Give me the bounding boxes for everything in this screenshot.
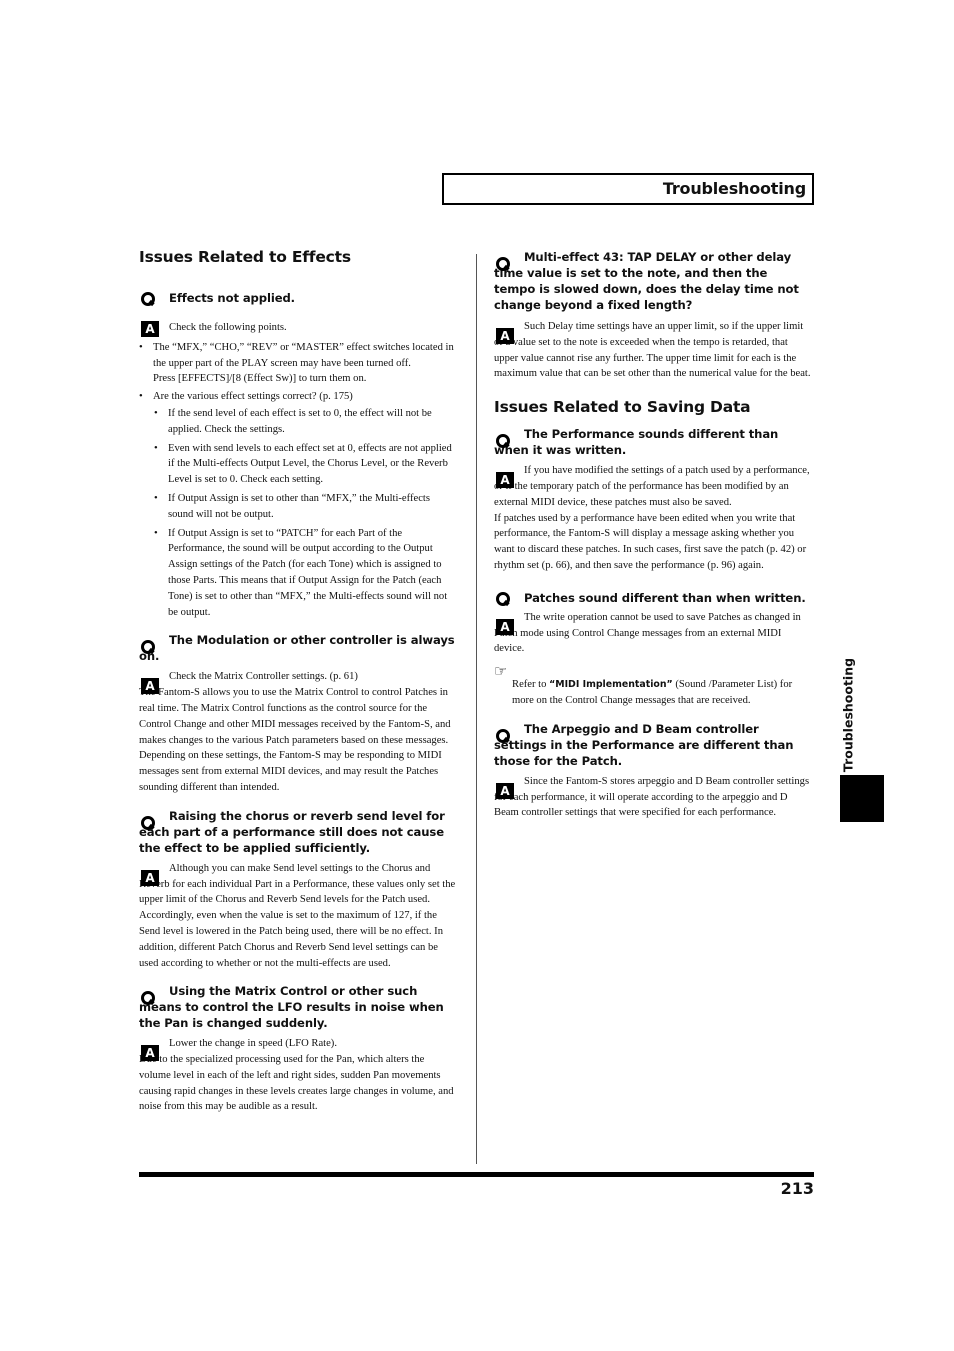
answer: A Although you can make Send level setti… [139, 862, 456, 969]
section-title-effects: Issues Related to Effects [139, 248, 351, 266]
answer-icon: A [141, 869, 159, 886]
bullet-list: The “MFX,” “CHO,” “REV” or “MASTER” effe… [139, 340, 457, 621]
reference-link[interactable]: “MIDI Implementation” [549, 679, 673, 690]
question-icon [141, 640, 155, 655]
question-icon [141, 991, 155, 1006]
question: The Arpeggio and D Beam controller setti… [494, 721, 794, 768]
list-item: If Output Assign is set to “PATCH” for e… [153, 526, 457, 621]
answer: A If you have modified the settings of a… [494, 465, 810, 508]
question-icon [141, 292, 155, 306]
right-column: Multi-effect 43: TAP DELAY or other dela… [494, 246, 812, 821]
question: The Modulation or other controller is al… [139, 633, 455, 664]
question-icon [496, 728, 510, 743]
chapter-title: Troubleshooting [662, 179, 806, 198]
side-tab-marker [840, 775, 884, 822]
pointing-hand-icon: ☞ [494, 662, 508, 681]
list-item: Even with send levels to each effect set… [153, 441, 457, 488]
answer: A Such Delay time settings have an upper… [494, 321, 811, 380]
page-number: 213 [780, 1179, 814, 1198]
answer: A Check the Matrix Controller settings. … [139, 671, 451, 746]
list-item: If the send level of each effect is set … [153, 406, 457, 438]
column-divider [476, 254, 477, 1164]
answer-icon: A [141, 1045, 159, 1062]
paragraph: Depending on these settings, the Fantom-… [139, 750, 442, 793]
answer-icon: A [496, 782, 514, 799]
answer-icon: A [496, 472, 514, 489]
answer-icon: A [141, 678, 159, 695]
question: Raising the chorus or reverb send level … [139, 808, 445, 855]
question: The Performance sounds different than wh… [494, 427, 779, 458]
answer: A Check the following points. [139, 320, 457, 337]
paragraph: If patches used by a performance have be… [494, 512, 807, 571]
question-icon [496, 591, 510, 606]
question-icon [496, 257, 510, 271]
question: Using the Matrix Control or other such m… [139, 984, 444, 1031]
footer-rule [139, 1172, 814, 1177]
answer: A Since the Fantom-S stores arpeggio and… [494, 775, 810, 819]
question-icon [496, 434, 510, 449]
reference-note: ☞ Refer to “MIDI Implementation” (Sound … [494, 662, 793, 706]
list-item: If Output Assign is set to other than “M… [153, 491, 457, 523]
side-tab-label: Troubleshooting [840, 657, 856, 773]
sub-bullet-list: If the send level of each effect is set … [153, 406, 457, 620]
question-icon [141, 815, 155, 830]
left-column: Issues Related to Effects Effects not ap… [139, 246, 457, 1115]
question: Patches sound different than when writte… [494, 590, 812, 606]
list-item: Are the various effect settings correct?… [139, 389, 457, 620]
answer-icon: A [496, 618, 514, 635]
question: Effects not applied. [139, 290, 457, 306]
answer: A The write operation cannot be used to … [494, 611, 801, 655]
answer: A Lower the change in speed (LFO Rate). … [139, 1038, 454, 1113]
chapter-header: Troubleshooting [442, 173, 814, 205]
question: Multi-effect 43: TAP DELAY or other dela… [494, 250, 799, 312]
section-title-saving: Issues Related to Saving Data [494, 398, 751, 417]
list-item: The “MFX,” “CHO,” “REV” or “MASTER” effe… [139, 340, 457, 387]
answer-icon: A [141, 321, 159, 337]
answer-icon: A [496, 328, 514, 344]
